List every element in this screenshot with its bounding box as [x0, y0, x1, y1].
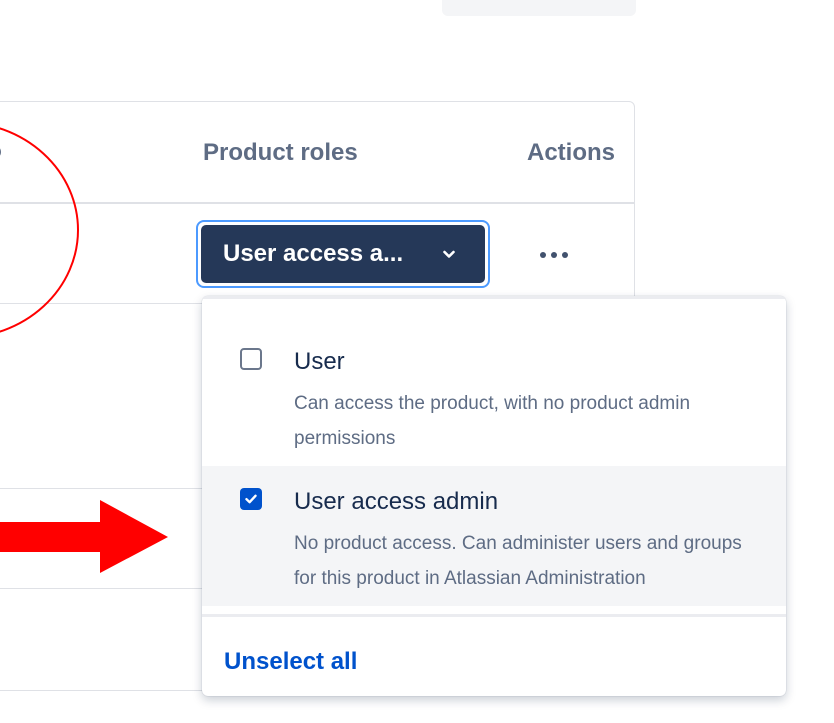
role-checkbox-user[interactable]: [240, 348, 262, 370]
more-horizontal-icon: [551, 252, 557, 258]
more-actions-button[interactable]: [530, 238, 578, 272]
column-header-product-roles: Product roles: [203, 139, 358, 166]
row-divider: [0, 303, 203, 304]
row-divider: [0, 488, 203, 489]
role-option-title: User: [294, 348, 345, 375]
more-horizontal-icon: [562, 252, 568, 258]
unselect-all-button[interactable]: Unselect all: [224, 648, 357, 676]
role-checkbox-user-access-admin[interactable]: [240, 488, 262, 510]
top-toolbar-control[interactable]: [442, 0, 636, 16]
dropdown-divider: [202, 296, 786, 299]
product-role-select-trigger[interactable]: User access a...: [201, 225, 485, 283]
role-option-description: Can access the product, with no product …: [294, 393, 691, 449]
product-role-select[interactable]: User access a...: [196, 220, 490, 288]
role-option-user[interactable]: User Can access the product, with no pro…: [202, 326, 786, 466]
check-icon: [245, 494, 257, 504]
product-role-select-value: User access a...: [223, 240, 404, 267]
product-roles-dropdown: User Can access the product, with no pro…: [202, 296, 786, 696]
groups-link[interactable]: ups: [0, 524, 26, 550]
info-icon[interactable]: [0, 145, 1, 159]
role-option-title: User access admin: [294, 488, 499, 515]
chevron-down-icon: [441, 246, 457, 262]
more-horizontal-icon: [540, 252, 546, 258]
table-header-row: Product roles Actions: [0, 102, 634, 204]
role-option-user-access-admin[interactable]: User access admin No product access. Can…: [202, 466, 786, 606]
column-header-actions: Actions: [527, 139, 616, 166]
role-option-description: No product access. Can administer users …: [294, 533, 742, 589]
row-divider: [0, 588, 203, 589]
dropdown-divider: [202, 614, 786, 617]
